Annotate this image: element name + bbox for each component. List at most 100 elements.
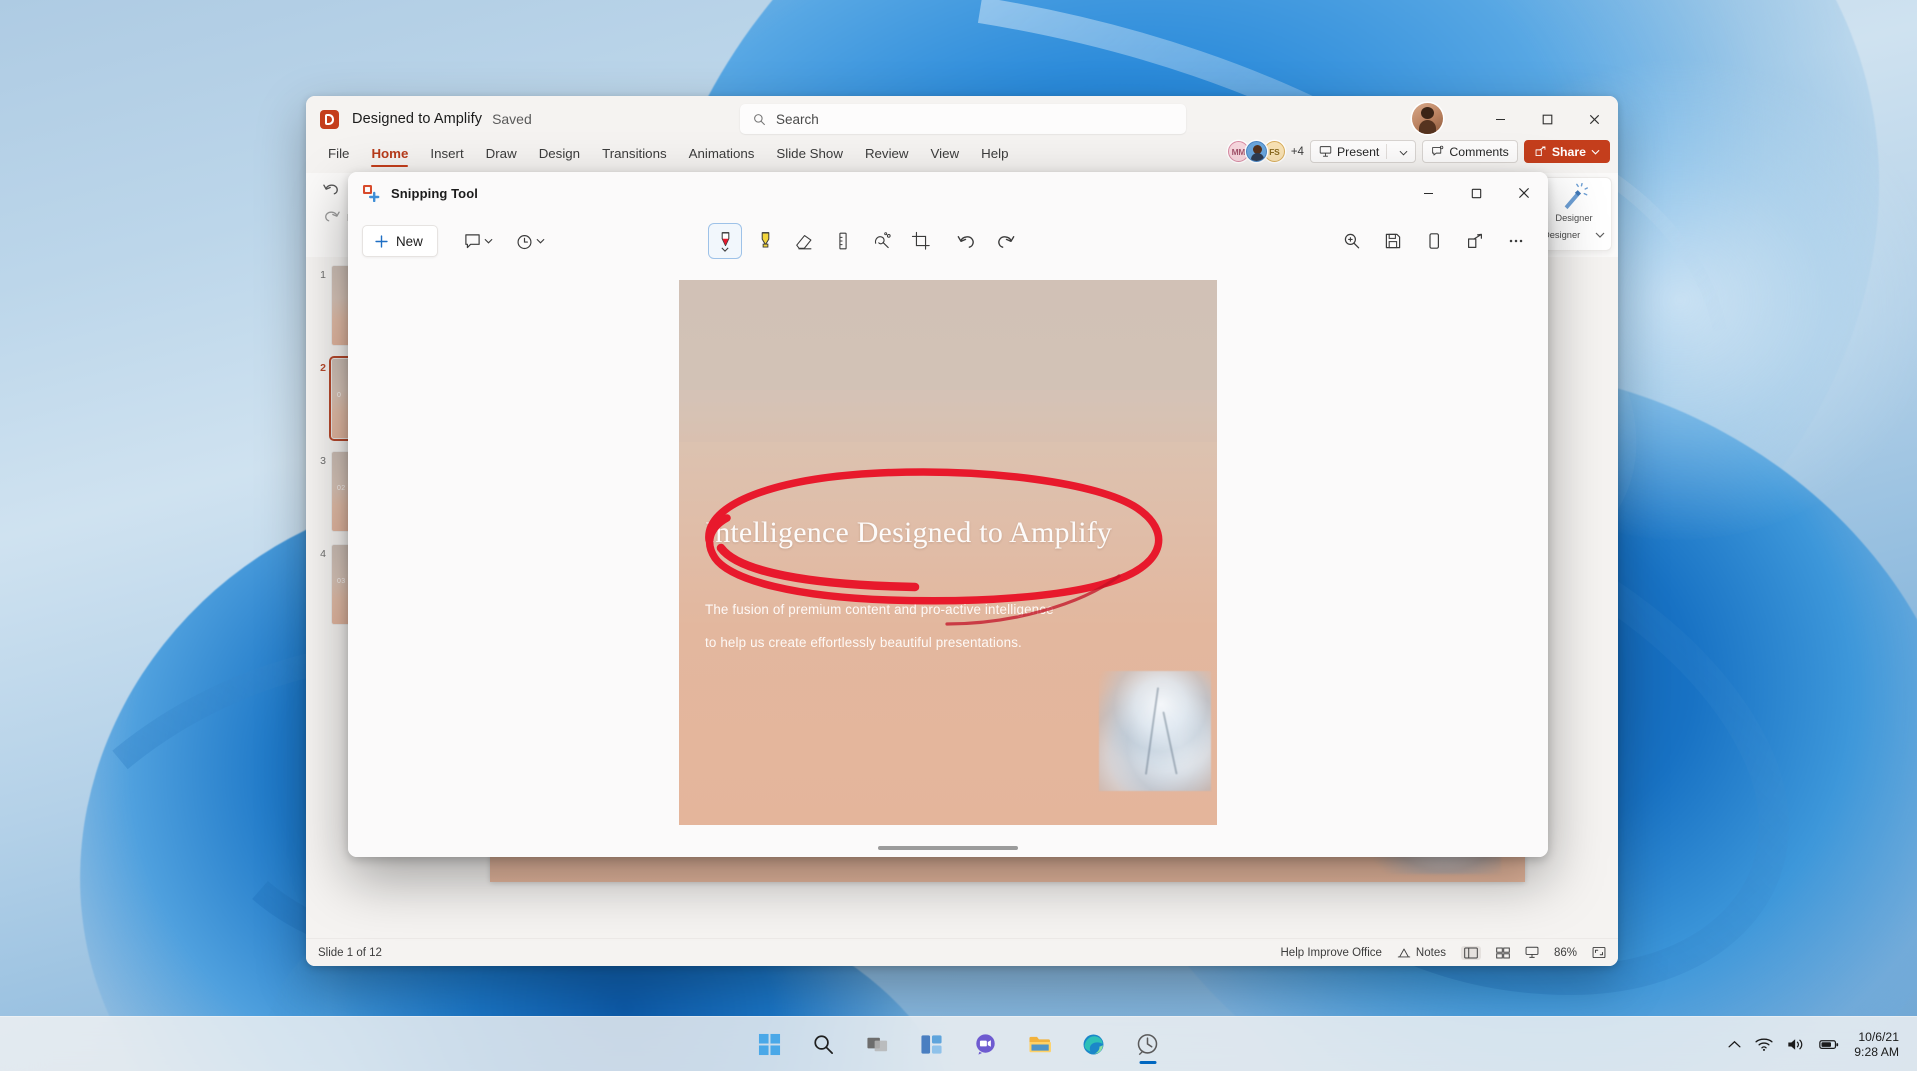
undo-button[interactable] <box>950 225 982 257</box>
redo-button[interactable] <box>322 208 341 229</box>
eraser-button[interactable] <box>788 225 820 257</box>
tab-review[interactable]: Review <box>854 142 920 164</box>
chevron-down-icon[interactable] <box>721 239 729 257</box>
snipping-tool-icon <box>1136 1033 1159 1056</box>
ruler-icon <box>833 231 853 251</box>
fit-to-window-button[interactable] <box>1592 946 1606 959</box>
notes-button[interactable]: Notes <box>1397 947 1446 959</box>
new-snip-button[interactable]: New <box>362 225 438 257</box>
twig <box>1145 687 1159 774</box>
minimize-icon <box>1495 114 1506 125</box>
tab-help[interactable]: Help <box>970 142 1019 164</box>
taskbar-search-button[interactable] <box>801 1021 847 1067</box>
system-tray: 10/6/21 9:28 AM <box>1721 1017 1909 1071</box>
decorative-flower-image <box>1099 671 1211 791</box>
close-button[interactable] <box>1500 172 1548 214</box>
normal-view-button[interactable] <box>1461 946 1481 960</box>
snip-preview-canvas[interactable]: Intelligence Designed to Amplify The fus… <box>348 268 1548 857</box>
zoom-button[interactable] <box>1336 225 1368 257</box>
rectangle-mode-icon <box>464 233 481 250</box>
tab-slide-show[interactable]: Slide Show <box>765 142 854 164</box>
share-button[interactable] <box>1459 225 1491 257</box>
redo-button[interactable] <box>989 225 1021 257</box>
tab-design[interactable]: Design <box>528 142 591 164</box>
close-button[interactable] <box>1571 96 1618 142</box>
comments-button[interactable]: Comments <box>1422 140 1517 163</box>
save-state-label[interactable]: Saved <box>492 111 532 127</box>
highlighter-button[interactable] <box>749 225 781 257</box>
collaborator-avatars[interactable]: MM FS +4 <box>1228 141 1304 162</box>
avatar[interactable]: FS <box>1264 141 1285 162</box>
volume-button[interactable] <box>1780 1025 1812 1065</box>
snipping-tool-window-controls <box>1404 172 1548 214</box>
minimize-button[interactable] <box>1477 96 1524 142</box>
zoom-level[interactable]: 86% <box>1554 947 1577 959</box>
widgets-button[interactable] <box>909 1021 955 1067</box>
captured-slide-body: The fusion of premium content and pro-ac… <box>705 593 1165 659</box>
start-button[interactable] <box>747 1021 793 1067</box>
network-button[interactable] <box>1748 1025 1780 1065</box>
thumbnail-number: 3 <box>315 452 326 467</box>
present-chevron-down-icon[interactable] <box>1394 145 1415 159</box>
close-icon <box>1589 114 1600 125</box>
maximize-button[interactable] <box>1524 96 1571 142</box>
teams-chat-button[interactable] <box>963 1021 1009 1067</box>
slide-sorter-button[interactable] <box>1496 947 1510 959</box>
chevron-down-icon[interactable] <box>1595 232 1605 238</box>
timer-icon <box>516 233 533 250</box>
reading-view-button[interactable] <box>1525 946 1539 959</box>
ballpoint-pen-button[interactable] <box>708 223 742 259</box>
help-improve-office-link[interactable]: Help Improve Office <box>1281 947 1382 959</box>
slide-counter[interactable]: Slide 1 of 12 <box>318 947 382 959</box>
more-options-button[interactable] <box>1500 225 1532 257</box>
redo-icon <box>995 232 1016 251</box>
search-input[interactable]: Search <box>740 104 1186 134</box>
ruler-button[interactable] <box>827 225 859 257</box>
file-explorer-button[interactable] <box>1017 1021 1063 1067</box>
collaborators-overflow[interactable]: +4 <box>1291 146 1304 158</box>
battery-button[interactable] <box>1812 1025 1846 1065</box>
ribbon-right-actions: MM FS +4 Present <box>1228 140 1610 163</box>
crop-icon <box>911 231 931 251</box>
designer-subtitle: Designer <box>1543 230 1580 240</box>
tab-view[interactable]: View <box>920 142 971 164</box>
fit-to-window-icon <box>1592 946 1606 959</box>
tab-home[interactable]: Home <box>360 142 419 164</box>
tab-draw[interactable]: Draw <box>475 142 528 164</box>
tab-insert[interactable]: Insert <box>419 142 474 164</box>
present-button[interactable]: Present <box>1310 140 1416 163</box>
task-view-icon <box>866 1033 889 1056</box>
minimize-button[interactable] <box>1404 172 1452 214</box>
undo-button[interactable] <box>322 181 341 202</box>
document-title[interactable]: Designed to Amplify <box>352 111 482 127</box>
tab-file[interactable]: File <box>317 142 360 164</box>
captured-image[interactable]: Intelligence Designed to Amplify The fus… <box>679 280 1217 825</box>
clock[interactable]: 10/6/21 9:28 AM <box>1846 1025 1909 1065</box>
crop-button[interactable] <box>905 225 937 257</box>
avatar[interactable] <box>1246 141 1267 162</box>
snip-mode-button[interactable] <box>458 225 496 257</box>
horizontal-scrollbar[interactable] <box>878 846 1018 850</box>
touch-writing-button[interactable] <box>866 225 898 257</box>
task-view-button[interactable] <box>855 1021 901 1067</box>
share-button[interactable]: Share <box>1524 140 1610 163</box>
tab-transitions[interactable]: Transitions <box>591 142 678 164</box>
snipping-tool-window[interactable]: Snipping Tool New <box>348 172 1548 857</box>
tab-animations[interactable]: Animations <box>678 142 766 164</box>
chevron-down-icon <box>536 238 545 244</box>
powerpoint-titlebar: Designed to Amplify Saved Search <box>306 96 1618 142</box>
share-icon <box>1466 232 1484 250</box>
account-avatar[interactable] <box>1412 103 1443 134</box>
maximize-button[interactable] <box>1452 172 1500 214</box>
show-hidden-icons-chevron-icon <box>1728 1040 1741 1049</box>
save-as-button[interactable] <box>1377 225 1409 257</box>
share-label: Share <box>1552 145 1586 159</box>
snipping-tool-button[interactable] <box>1125 1021 1171 1067</box>
search-icon <box>753 113 766 126</box>
designer-title: Designer <box>1555 213 1592 223</box>
snip-delay-button[interactable] <box>510 225 548 257</box>
show-hidden-icons-button[interactable] <box>1721 1025 1748 1065</box>
file-explorer-icon <box>1028 1033 1052 1056</box>
copy-button[interactable] <box>1418 225 1450 257</box>
edge-button[interactable] <box>1071 1021 1117 1067</box>
